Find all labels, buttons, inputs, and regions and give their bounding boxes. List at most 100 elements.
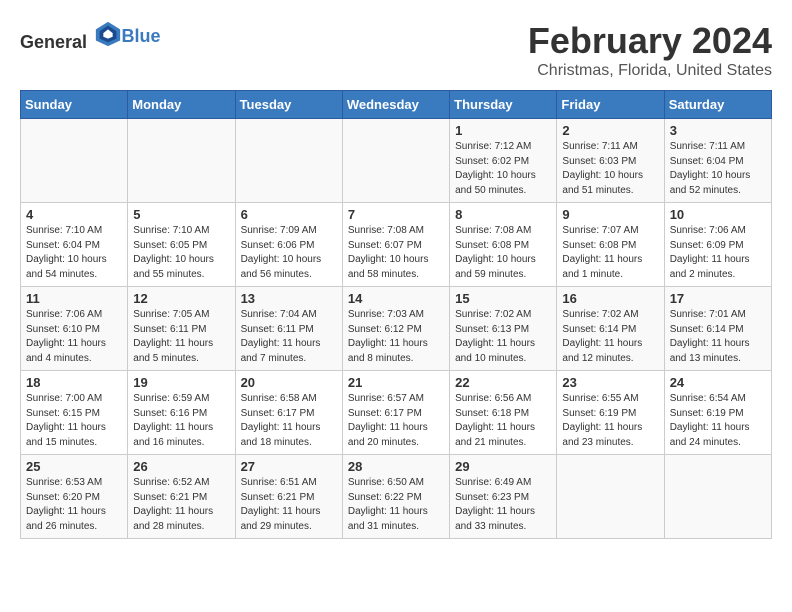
calendar-cell bbox=[342, 119, 449, 203]
day-number: 13 bbox=[241, 291, 337, 306]
calendar-cell: 12Sunrise: 7:05 AMSunset: 6:11 PMDayligh… bbox=[128, 287, 235, 371]
calendar-cell: 11 Sunrise: 7:06 AMSunset: 6:10 PMDayligh… bbox=[21, 287, 128, 371]
calendar-cell: 3 Sunrise: 7:11 AMSunset: 6:04 PMDaylight… bbox=[664, 119, 771, 203]
day-number: 10 bbox=[670, 207, 766, 222]
calendar-cell: 25 Sunrise: 6:53 AMSunset: 6:20 PMDayligh… bbox=[21, 455, 128, 539]
weekday-header-tuesday: Tuesday bbox=[235, 91, 342, 119]
day-number: 17 bbox=[670, 291, 766, 306]
day-info: Sunrise: 7:01 AMSunset: 6:14 PMDaylight:… bbox=[670, 308, 766, 366]
day-info: Sunrise: 7:04 AMSunset: 6:11 PMDaylight:… bbox=[241, 308, 337, 366]
day-info: Sunrise: 7:00 AMSunset: 6:15 PMDaylight:… bbox=[26, 392, 122, 450]
calendar-cell: 23 Sunrise: 6:55 AMSunset: 6:19 PMDayligh… bbox=[557, 371, 664, 455]
day-info: Sunrise: 7:09 AMSunset: 6:06 PMDaylight:… bbox=[241, 224, 337, 282]
day-info: Sunrise: 7:06 AMSunset: 6:10 PMDaylight:… bbox=[26, 308, 122, 366]
calendar-week-5: 25 Sunrise: 6:53 AMSunset: 6:20 PMDayligh… bbox=[21, 455, 772, 539]
calendar-cell bbox=[235, 119, 342, 203]
day-info: Sunrise: 6:58 AMSunset: 6:17 PMDaylight:… bbox=[241, 392, 337, 450]
calendar-cell: 16Sunrise: 7:02 AMSunset: 6:14 PMDayligh… bbox=[557, 287, 664, 371]
day-number: 26 bbox=[133, 459, 229, 474]
weekday-header-saturday: Saturday bbox=[664, 91, 771, 119]
calendar-cell: 14 Sunrise: 7:03 AMSunset: 6:12 PMDayligh… bbox=[342, 287, 449, 371]
calendar-table: SundayMondayTuesdayWednesdayThursdayFrid… bbox=[20, 90, 772, 539]
weekday-header-sunday: Sunday bbox=[21, 91, 128, 119]
day-info: Sunrise: 7:02 AMSunset: 6:14 PMDaylight:… bbox=[562, 308, 658, 366]
calendar-cell: 9 Sunrise: 7:07 AMSunset: 6:08 PMDaylight… bbox=[557, 203, 664, 287]
day-number: 11 bbox=[26, 291, 122, 306]
calendar-cell: 21 Sunrise: 6:57 AMSunset: 6:17 PMDayligh… bbox=[342, 371, 449, 455]
day-info: Sunrise: 7:08 AMSunset: 6:08 PMDaylight:… bbox=[455, 224, 551, 282]
day-info: Sunrise: 7:12 AMSunset: 6:02 PMDaylight:… bbox=[455, 140, 551, 198]
day-info: Sunrise: 6:59 AMSunset: 6:16 PMDaylight:… bbox=[133, 392, 229, 450]
day-number: 8 bbox=[455, 207, 551, 222]
day-info: Sunrise: 7:08 AMSunset: 6:07 PMDaylight:… bbox=[348, 224, 444, 282]
day-info: Sunrise: 6:54 AMSunset: 6:19 PMDaylight:… bbox=[670, 392, 766, 450]
calendar-cell bbox=[557, 455, 664, 539]
calendar-cell: 2 Sunrise: 7:11 AMSunset: 6:03 PMDaylight… bbox=[557, 119, 664, 203]
day-info: Sunrise: 7:03 AMSunset: 6:12 PMDaylight:… bbox=[348, 308, 444, 366]
calendar-cell: 13 Sunrise: 7:04 AMSunset: 6:11 PMDayligh… bbox=[235, 287, 342, 371]
title-section: February 2024 Christmas, Florida, United… bbox=[528, 20, 772, 80]
calendar-cell: 22 Sunrise: 6:56 AMSunset: 6:18 PMDayligh… bbox=[450, 371, 557, 455]
calendar-cell bbox=[128, 119, 235, 203]
calendar-cell: 18 Sunrise: 7:00 AMSunset: 6:15 PMDayligh… bbox=[21, 371, 128, 455]
day-number: 22 bbox=[455, 375, 551, 390]
day-info: Sunrise: 6:57 AMSunset: 6:17 PMDaylight:… bbox=[348, 392, 444, 450]
day-number: 21 bbox=[348, 375, 444, 390]
day-number: 5 bbox=[133, 207, 229, 222]
calendar-cell: 10 Sunrise: 7:06 AMSunset: 6:09 PMDayligh… bbox=[664, 203, 771, 287]
day-info: Sunrise: 6:56 AMSunset: 6:18 PMDaylight:… bbox=[455, 392, 551, 450]
calendar-cell: 8 Sunrise: 7:08 AMSunset: 6:08 PMDaylight… bbox=[450, 203, 557, 287]
day-info: Sunrise: 6:51 AMSunset: 6:21 PMDaylight:… bbox=[241, 476, 337, 534]
day-info: Sunrise: 7:11 AMSunset: 6:03 PMDaylight:… bbox=[562, 140, 658, 198]
calendar-cell: 15 Sunrise: 7:02 AMSunset: 6:13 PMDayligh… bbox=[450, 287, 557, 371]
weekday-header-wednesday: Wednesday bbox=[342, 91, 449, 119]
day-number: 24 bbox=[670, 375, 766, 390]
day-info: Sunrise: 7:05 AMSunset: 6:11 PMDaylight:… bbox=[133, 308, 229, 366]
calendar-cell: 28 Sunrise: 6:50 AMSunset: 6:22 PMDayligh… bbox=[342, 455, 449, 539]
day-info: Sunrise: 6:53 AMSunset: 6:20 PMDaylight:… bbox=[26, 476, 122, 534]
calendar-cell: 19Sunrise: 6:59 AMSunset: 6:16 PMDayligh… bbox=[128, 371, 235, 455]
calendar-cell: 20Sunrise: 6:58 AMSunset: 6:17 PMDayligh… bbox=[235, 371, 342, 455]
day-number: 23 bbox=[562, 375, 658, 390]
calendar-cell bbox=[664, 455, 771, 539]
day-info: Sunrise: 7:07 AMSunset: 6:08 PMDaylight:… bbox=[562, 224, 658, 282]
day-number: 7 bbox=[348, 207, 444, 222]
calendar-week-1: 1 Sunrise: 7:12 AMSunset: 6:02 PMDaylight… bbox=[21, 119, 772, 203]
calendar-cell bbox=[21, 119, 128, 203]
calendar-cell: 6 Sunrise: 7:09 AMSunset: 6:06 PMDaylight… bbox=[235, 203, 342, 287]
logo-text-blue: Blue bbox=[122, 26, 161, 46]
day-number: 25 bbox=[26, 459, 122, 474]
day-info: Sunrise: 6:52 AMSunset: 6:21 PMDaylight:… bbox=[133, 476, 229, 534]
calendar-week-4: 18 Sunrise: 7:00 AMSunset: 6:15 PMDayligh… bbox=[21, 371, 772, 455]
day-info: Sunrise: 6:49 AMSunset: 6:23 PMDaylight:… bbox=[455, 476, 551, 534]
day-info: Sunrise: 7:02 AMSunset: 6:13 PMDaylight:… bbox=[455, 308, 551, 366]
calendar-cell: 4Sunrise: 7:10 AMSunset: 6:04 PMDaylight… bbox=[21, 203, 128, 287]
day-info: Sunrise: 7:11 AMSunset: 6:04 PMDaylight:… bbox=[670, 140, 766, 198]
day-number: 18 bbox=[26, 375, 122, 390]
month-title: February 2024 bbox=[528, 20, 772, 62]
calendar-cell: 7 Sunrise: 7:08 AMSunset: 6:07 PMDaylight… bbox=[342, 203, 449, 287]
day-number: 9 bbox=[562, 207, 658, 222]
logo: General Blue bbox=[20, 20, 161, 53]
day-info: Sunrise: 7:10 AMSunset: 6:04 PMDaylight:… bbox=[26, 224, 122, 282]
calendar-week-3: 11 Sunrise: 7:06 AMSunset: 6:10 PMDayligh… bbox=[21, 287, 772, 371]
day-info: Sunrise: 6:55 AMSunset: 6:19 PMDaylight:… bbox=[562, 392, 658, 450]
calendar-cell: 24 Sunrise: 6:54 AMSunset: 6:19 PMDayligh… bbox=[664, 371, 771, 455]
day-number: 3 bbox=[670, 123, 766, 138]
weekday-header-row: SundayMondayTuesdayWednesdayThursdayFrid… bbox=[21, 91, 772, 119]
calendar-cell: 27Sunrise: 6:51 AMSunset: 6:21 PMDayligh… bbox=[235, 455, 342, 539]
calendar-cell: 1 Sunrise: 7:12 AMSunset: 6:02 PMDaylight… bbox=[450, 119, 557, 203]
day-info: Sunrise: 6:50 AMSunset: 6:22 PMDaylight:… bbox=[348, 476, 444, 534]
day-info: Sunrise: 7:10 AMSunset: 6:05 PMDaylight:… bbox=[133, 224, 229, 282]
day-number: 14 bbox=[348, 291, 444, 306]
day-number: 29 bbox=[455, 459, 551, 474]
calendar-cell: 5 Sunrise: 7:10 AMSunset: 6:05 PMDaylight… bbox=[128, 203, 235, 287]
day-number: 15 bbox=[455, 291, 551, 306]
day-number: 2 bbox=[562, 123, 658, 138]
day-number: 1 bbox=[455, 123, 551, 138]
day-number: 6 bbox=[241, 207, 337, 222]
calendar-week-2: 4Sunrise: 7:10 AMSunset: 6:04 PMDaylight… bbox=[21, 203, 772, 287]
day-number: 28 bbox=[348, 459, 444, 474]
day-info: Sunrise: 7:06 AMSunset: 6:09 PMDaylight:… bbox=[670, 224, 766, 282]
calendar-cell: 26 Sunrise: 6:52 AMSunset: 6:21 PMDayligh… bbox=[128, 455, 235, 539]
